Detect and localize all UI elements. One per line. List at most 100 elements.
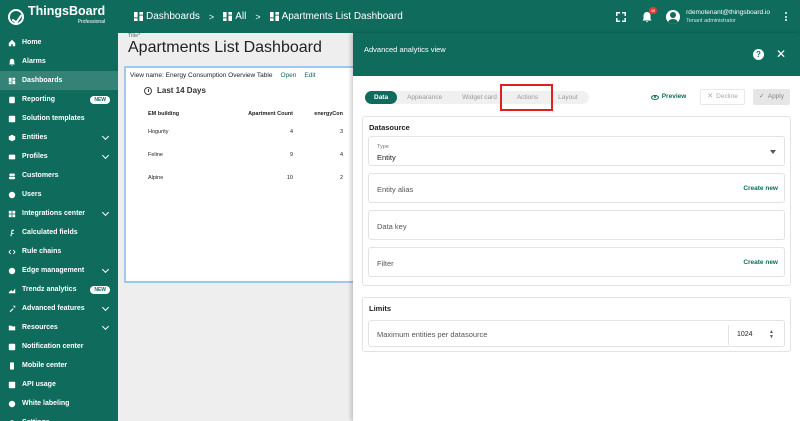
breadcrumb-dashboards[interactable]: Dashboards (146, 11, 200, 22)
sidebar-item-edge-management[interactable]: Edge management (0, 261, 118, 280)
notifications-bell-icon[interactable]: 40 (641, 6, 658, 23)
sidebar-item-alarms[interactable]: Alarms (0, 52, 118, 71)
column-header[interactable]: energyCon (293, 108, 343, 120)
sidebar-item-label: API usage (22, 381, 56, 388)
sidebar-item-api-usage[interactable]: API usage (0, 375, 118, 394)
sidebar-item-dashboards[interactable]: Dashboards (0, 71, 118, 90)
tools-icon (8, 305, 16, 313)
filter-field[interactable]: Filter Create new (368, 247, 785, 277)
breadcrumb-all[interactable]: All (235, 11, 246, 22)
more-vertical-icon[interactable] (780, 12, 792, 21)
sidebar-item-label: White labeling (22, 400, 70, 407)
close-small-icon: ✕ (707, 93, 714, 100)
integrations-icon (8, 210, 16, 218)
sidebar-item-mobile-center[interactable]: Mobile center (0, 356, 118, 375)
sidebar-item-reporting[interactable]: Reporting NEW (0, 90, 118, 109)
table-cell: 4 (339, 151, 343, 158)
help-icon[interactable]: ? (753, 49, 764, 60)
sidebar-item-white-labeling[interactable]: White labeling (0, 394, 118, 413)
max-entities-field[interactable]: Maximum entities per datasource 1024 ▲ ▼ (368, 320, 785, 347)
data-key-field[interactable]: Data key (368, 210, 785, 240)
table-row[interactable]: Alpine 10 2 (148, 166, 343, 189)
page-title[interactable]: Apartments List Dashboard (128, 39, 322, 57)
table-cell: Hogurity (148, 128, 169, 135)
create-new-alias-button[interactable]: Create new (743, 185, 778, 192)
sidebar-item-entities[interactable]: Entities (0, 128, 118, 147)
dashboard-grid-icon (223, 12, 233, 21)
stepper-icon[interactable]: ▲ ▼ (769, 330, 774, 340)
create-new-filter-button[interactable]: Create new (743, 259, 778, 266)
function-icon (8, 229, 16, 237)
tab-widget-card[interactable]: Widget card (452, 91, 507, 104)
clock-icon (144, 86, 152, 95)
apply-button[interactable]: ✓ Apply (752, 89, 790, 105)
sidebar-item-users[interactable]: Users (0, 185, 118, 204)
max-entities-input[interactable]: 1024 ▲ ▼ (728, 325, 778, 345)
breadcrumb-separator: > (208, 11, 215, 22)
sidebar-item-label: Reporting (22, 96, 56, 103)
tab-appearance[interactable]: Appearance (397, 91, 452, 104)
dashboard-grid-icon (134, 12, 143, 21)
type-select[interactable]: Type Entity (368, 136, 785, 166)
api-icon (8, 381, 16, 389)
widget-open-link[interactable]: Open (280, 72, 296, 79)
close-icon[interactable]: ✕ (776, 48, 786, 60)
table-row[interactable]: Hogurity 4 3 (148, 120, 343, 143)
widget-editor-panel: Advanced analytics view ? ✕ Data Appeara… (353, 33, 800, 421)
sidebar-item-home[interactable]: Home (0, 33, 118, 52)
fullscreen-icon[interactable] (615, 11, 627, 23)
sidebar-item-calculated-fields[interactable]: Calculated fields (0, 223, 118, 242)
energy-table-widget[interactable]: View name: Energy Consumption Overview T… (124, 66, 358, 283)
sidebar-item-rule-chains[interactable]: Rule chains (0, 242, 118, 261)
sidebar-item-notification-center[interactable]: Notification center (0, 337, 118, 356)
sidebar-item-customers[interactable]: Customers (0, 166, 118, 185)
decline-button[interactable]: ✕ Decline (700, 89, 745, 105)
limits-title: Limits (369, 304, 392, 313)
avatar[interactable] (666, 9, 681, 24)
sidebar-item-label: Advanced features (22, 305, 85, 312)
sidebar-item-label: Profiles (22, 153, 48, 160)
entity-alias-placeholder: Entity alias (377, 185, 414, 194)
decline-label: Decline (716, 93, 738, 100)
sidebar-item-label: Rule chains (22, 248, 62, 255)
sidebar-item-label: Entities (22, 134, 48, 141)
entity-alias-field[interactable]: Entity alias Create new (368, 173, 785, 203)
column-header[interactable]: Apartment Count (238, 108, 293, 120)
chevron-down-icon (101, 265, 110, 274)
breadcrumb-separator: > (255, 11, 261, 22)
timewindow[interactable]: Last 14 Days (144, 86, 206, 95)
panel-header: Advanced analytics view ? ✕ (353, 33, 800, 76)
type-label: Type (377, 144, 389, 150)
check-icon: ✓ (758, 93, 765, 100)
sidebar-item-settings[interactable]: Settings (0, 413, 118, 421)
tab-layout[interactable]: Layout (548, 91, 588, 104)
logo[interactable]: ThingsBoard Professional (0, 0, 118, 33)
sidebar-item-label: Mobile center (22, 362, 68, 369)
editor-actions: Preview ✕ Decline ✓ Apply (645, 89, 790, 105)
sidebar-item-label: Customers (22, 172, 59, 179)
sidebar-item-profiles[interactable]: Profiles (0, 147, 118, 166)
dashboard-icon (8, 77, 16, 85)
preview-button[interactable]: Preview (645, 89, 693, 105)
widget-edit-link[interactable]: Edit (304, 72, 315, 79)
widget-view-name: View name: Energy Consumption Overview T… (130, 72, 273, 79)
sidebar-item-resources[interactable]: Resources (0, 318, 118, 337)
column-header[interactable]: EM building (148, 108, 238, 120)
tab-data[interactable]: Data (365, 91, 398, 104)
sidebar-item-integrations-center[interactable]: Integrations center (0, 204, 118, 223)
sidebar: ThingsBoard Professional Home Alarms Dashb… (0, 0, 118, 421)
sidebar-item-trendz-analytics[interactable]: Trendz analytics NEW (0, 280, 118, 299)
table-row[interactable]: Feline 9 4 (148, 143, 343, 166)
sidebar-item-solution-templates[interactable]: Solution templates (0, 109, 118, 128)
editor-tabs: Data Appearance Widget card Actions Layo… (365, 91, 589, 104)
user-info[interactable]: rdemotenant@thingsboard.io Tenant admini… (686, 9, 770, 25)
report-icon (8, 96, 16, 104)
sidebar-item-advanced-features[interactable]: Advanced features (0, 299, 118, 318)
sidebar-item-label: Trendz analytics (22, 286, 77, 293)
folder-icon (8, 324, 16, 332)
chevron-down-icon (101, 322, 110, 331)
template-icon (8, 115, 16, 123)
entities-icon (8, 134, 16, 142)
edge-icon (8, 267, 16, 275)
chevron-down-icon (101, 303, 110, 312)
